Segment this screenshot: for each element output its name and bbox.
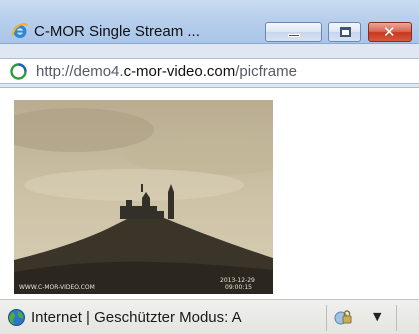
protected-mode-icon[interactable] — [334, 308, 354, 326]
url-domain: c-mor-video.com — [123, 63, 236, 80]
security-zone-text[interactable]: Internet | Geschützter Modus: A — [31, 308, 242, 327]
maximize-button[interactable] — [328, 22, 361, 42]
address-bar: http://demo4.c-mor-video.com/picframe — [0, 44, 419, 88]
url-text[interactable]: http://demo4.c-mor-video.com/picframe — [36, 62, 297, 81]
camera-date: 2013-12-29 — [220, 277, 255, 284]
internet-globe-icon — [8, 309, 25, 326]
title-bar[interactable]: C-MOR Single Stream ... ✕ — [0, 0, 419, 44]
window-title: C-MOR Single Stream ... — [34, 23, 200, 40]
camera-time: 09:00:15 — [225, 284, 252, 291]
status-separator — [326, 305, 327, 331]
url-field[interactable]: http://demo4.c-mor-video.com/picframe — [0, 58, 419, 84]
status-bar: Internet | Geschützter Modus: A ▼ — [0, 299, 419, 334]
camera-image: WWW.C-MOR-VIDEO.COM 2013-12-29 09:00:15 — [14, 100, 273, 294]
minimize-button[interactable] — [265, 22, 322, 42]
url-path: /picframe — [235, 63, 297, 80]
maximize-icon — [340, 27, 351, 37]
zoom-dropdown-arrow[interactable]: ▼ — [373, 308, 381, 326]
minimize-icon — [288, 34, 300, 37]
camera-watermark: WWW.C-MOR-VIDEO.COM — [19, 284, 95, 291]
status-separator-right — [396, 305, 397, 331]
close-icon: ✕ — [383, 23, 396, 41]
page-content: WWW.C-MOR-VIDEO.COM 2013-12-29 09:00:15 — [0, 88, 419, 299]
url-prefix: http://demo4. — [36, 63, 124, 80]
ie-logo-icon — [11, 22, 29, 38]
close-button[interactable]: ✕ — [368, 22, 412, 42]
page-loading-icon — [10, 63, 27, 80]
